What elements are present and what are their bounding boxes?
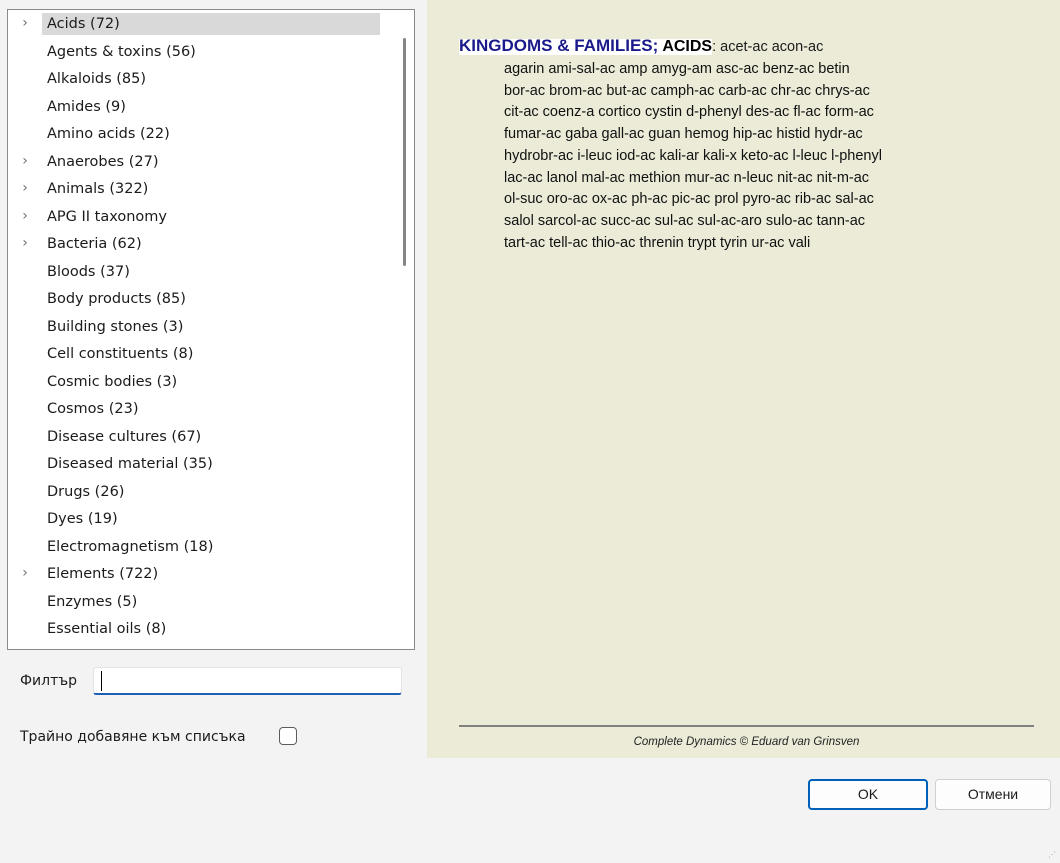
chevron-right-icon[interactable]: › bbox=[18, 203, 32, 231]
tree-item-label: Alkaloids (85) bbox=[47, 71, 147, 87]
ok-button[interactable]: OK bbox=[808, 779, 928, 810]
tree-item[interactable]: Bloods (37) bbox=[8, 258, 394, 286]
tree-item[interactable]: Dyes (19) bbox=[8, 505, 394, 533]
tree-item[interactable]: Body products (85) bbox=[8, 285, 394, 313]
entry-heading: KINGDOMS & FAMILIES; ACIDS: acet-ac acon… bbox=[459, 34, 1039, 59]
tree-item-label: Elements (722) bbox=[47, 566, 159, 582]
tree-item-label: Body products (85) bbox=[47, 291, 186, 307]
remedy-line: ol-suc oro-ac ox-ac ph-ac pic-ac prol py… bbox=[504, 191, 874, 208]
tree-item-label: Anaerobes (27) bbox=[47, 153, 159, 170]
tree-item[interactable]: Cosmos (23) bbox=[8, 395, 394, 423]
tree-item-label: Cell constituents (8) bbox=[47, 346, 194, 362]
tree-item-label: Animals (322) bbox=[47, 181, 149, 197]
tree-item[interactable]: › Elements (722) bbox=[8, 560, 394, 588]
tree-item-label: Disease cultures (67) bbox=[47, 428, 202, 445]
tree-item[interactable]: Drugs (26) bbox=[8, 478, 394, 506]
tree-item-label: Dyes (19) bbox=[47, 511, 118, 527]
kingdoms-heading[interactable]: KINGDOMS & FAMILIES; bbox=[459, 36, 658, 55]
tree-item-label: Essential oils (8) bbox=[47, 621, 167, 637]
tree-item-label: Building stones (3) bbox=[47, 318, 184, 335]
tree-item[interactable]: Diseased material (35) bbox=[8, 450, 394, 478]
chevron-right-icon[interactable]: › bbox=[18, 230, 32, 258]
tree-item[interactable]: › Acids (72) bbox=[8, 10, 394, 38]
footer-divider bbox=[459, 725, 1034, 727]
tree-item[interactable]: › APG II taxonomy bbox=[8, 203, 394, 231]
tree-item[interactable]: Cosmic bodies (3) bbox=[8, 368, 394, 396]
tree-item[interactable]: Enzymes (5) bbox=[8, 588, 394, 616]
tree-item-label: Diseased material (35) bbox=[47, 456, 213, 472]
tree-item[interactable]: Building stones (3) bbox=[8, 313, 394, 341]
tree-item-label: Drugs (26) bbox=[47, 483, 125, 500]
remedy-line: agarin ami-sal-ac amp amyg-am asc-ac ben… bbox=[504, 61, 850, 77]
remedy-line: cit-ac coenz-a cortico cystin d-phenyl d… bbox=[504, 104, 874, 121]
tree-item[interactable]: Amides (9) bbox=[8, 93, 394, 121]
tree-item-label: APG II taxonomy bbox=[47, 208, 168, 225]
remedy-line: lac-ac lanol mal-ac methion mur-ac n-leu… bbox=[504, 169, 870, 186]
tree-item-label: Electromagnetism (18) bbox=[47, 538, 214, 555]
tree-item[interactable]: Fats (85) bbox=[8, 643, 394, 650]
tree-item[interactable]: Alkaloids (85) bbox=[8, 65, 394, 93]
chevron-right-icon[interactable]: › bbox=[18, 560, 32, 588]
remedy-line: tart-ac tell-ac thio-ac threnin trypt ty… bbox=[504, 234, 811, 251]
tree-item[interactable]: Electromagnetism (18) bbox=[8, 533, 394, 561]
tree-item[interactable]: › Animals (322) bbox=[8, 175, 394, 203]
filter-label: Филтър bbox=[20, 673, 78, 689]
remedy-line: fumar-ac gaba gall-ac guan hemog hip-ac … bbox=[504, 126, 863, 143]
tree-item-label: Amino acids (22) bbox=[47, 126, 170, 142]
chevron-right-icon[interactable]: › bbox=[18, 148, 32, 176]
tree-item-label: Fats (85) bbox=[42, 646, 116, 650]
heading-remedies: : acet-ac acon-ac bbox=[712, 39, 824, 55]
chevron-right-icon[interactable]: › bbox=[18, 175, 32, 203]
tree-item[interactable]: Essential oils (8) bbox=[8, 615, 394, 643]
tree-item[interactable]: › Bacteria (62) bbox=[8, 230, 394, 258]
text-caret bbox=[101, 671, 102, 691]
tree-item-label: Amides (9) bbox=[47, 98, 126, 115]
tree-items: › Acids (72) Agents & toxins (56) Alkaloids… bbox=[8, 10, 394, 650]
tree-item-label: Acids (72) bbox=[42, 13, 380, 35]
tree-item-label: Bacteria (62) bbox=[47, 236, 142, 252]
remedy-line: bor-ac brom-ac but-ac camph-ac carb-ac c… bbox=[504, 82, 870, 99]
tree-item-label: Agents & toxins (56) bbox=[47, 43, 196, 60]
content-pane: KINGDOMS & FAMILIES; ACIDS: acet-ac acon… bbox=[427, 0, 1060, 758]
remedy-line: salol sarcol-ac succ-ac sul-ac sul-ac-ar… bbox=[504, 212, 866, 229]
kingdom-entry: KINGDOMS & FAMILIES; ACIDS: acet-ac acon… bbox=[459, 34, 1039, 254]
tree-item[interactable]: › Anaerobes (27) bbox=[8, 148, 394, 176]
tree-scrollbar[interactable] bbox=[403, 38, 406, 266]
remedy-line: hydrobr-ac i-leuc iod-ac kali-ar kali-x … bbox=[504, 147, 882, 164]
tree-item-label: Bloods (37) bbox=[47, 263, 130, 280]
permanent-add-checkbox[interactable] bbox=[279, 727, 297, 745]
acids-heading[interactable]: ACIDS bbox=[662, 38, 712, 55]
tree-item-label: Cosmos (23) bbox=[47, 401, 139, 417]
category-tree[interactable]: › Acids (72) Agents & toxins (56) Alkaloids… bbox=[7, 9, 415, 650]
resize-grip-icon[interactable]: ⋰ bbox=[1048, 850, 1056, 859]
tree-item[interactable]: Cell constituents (8) bbox=[8, 340, 394, 368]
tree-item-label: Enzymes (5) bbox=[47, 593, 138, 610]
cancel-button[interactable]: Отмени bbox=[935, 779, 1051, 810]
filter-input[interactable] bbox=[93, 667, 402, 695]
permanent-add-label: Трайно добавяне към списъка bbox=[20, 729, 246, 745]
chevron-right-icon[interactable]: › bbox=[18, 10, 32, 38]
copyright-footer: Complete Dynamics © Eduard van Grinsven bbox=[633, 736, 860, 748]
tree-item[interactable]: Amino acids (22) bbox=[8, 120, 394, 148]
tree-item-label: Cosmic bodies (3) bbox=[47, 373, 178, 390]
tree-item[interactable]: Agents & toxins (56) bbox=[8, 38, 394, 66]
tree-item[interactable]: Disease cultures (67) bbox=[8, 423, 394, 451]
